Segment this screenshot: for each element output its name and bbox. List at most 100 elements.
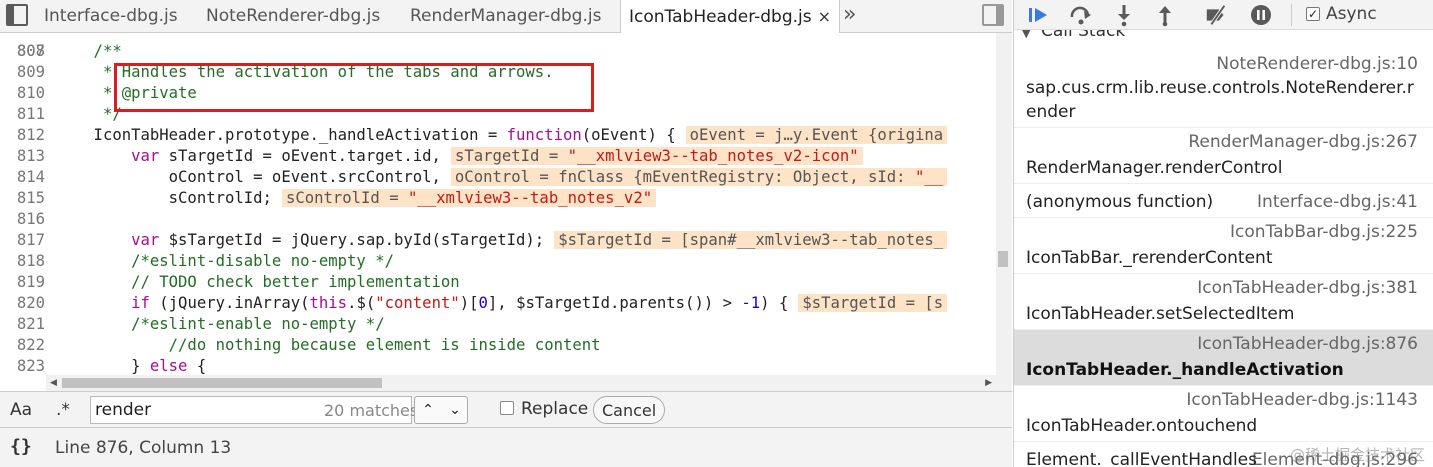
match-case-button[interactable]: Aa xyxy=(10,400,32,420)
step-over-icon[interactable] xyxy=(1068,3,1094,27)
next-match-icon[interactable]: ⌄ xyxy=(442,397,468,423)
tab-rendermanager[interactable]: RenderManager-dbg.js xyxy=(410,0,601,33)
step-into-icon[interactable] xyxy=(1111,3,1137,27)
call-frame-location[interactable]: RenderManager-dbg.js:267 xyxy=(1188,132,1418,152)
code-text: var $sTargetId = jQuery.sap.byId(sTarget… xyxy=(56,230,948,251)
call-stack-frames: NoteRenderer-dbg.js:10 sap.cus.crm.lib.re… xyxy=(1014,50,1433,467)
code-text: var sTargetId = oEvent.target.id, sTarget… xyxy=(56,146,863,167)
call-frame-function: (anonymous function) xyxy=(1026,192,1214,212)
deactivate-breakpoints-icon[interactable] xyxy=(1204,3,1230,27)
call-frame-function: IconTabBar._rerenderContent xyxy=(1026,248,1273,268)
tab-noterenderer[interactable]: NoteRenderer-dbg.js xyxy=(206,0,380,33)
replace-checkbox[interactable] xyxy=(500,401,514,415)
line-number[interactable]: 812 xyxy=(0,125,45,146)
inline-variable-value: oEvent = j…y.Event {origina xyxy=(685,126,948,144)
code-text: if (jQuery.inArray(this.$("content")[0],… xyxy=(56,293,948,314)
line-number[interactable]: 808 xyxy=(0,41,45,62)
line-number[interactable]: 821 xyxy=(0,314,45,335)
code-text: oControl = oEvent.srcControl, oControl = … xyxy=(56,167,948,188)
horizontal-scrollbar[interactable]: ◀ ▶ xyxy=(46,375,996,391)
line-number[interactable]: 819 xyxy=(0,272,45,293)
pretty-print-button[interactable]: {} xyxy=(10,436,32,457)
previous-match-icon[interactable]: ⌃ xyxy=(415,397,441,423)
call-frame[interactable]: NoteRenderer-dbg.js:10 sap.cus.crm.lib.re… xyxy=(1014,50,1433,128)
call-frame-location[interactable]: Interface-dbg.js:41 xyxy=(1257,192,1418,212)
call-frame[interactable]: IconTabHeader-dbg.js:381 IconTabHeader.se… xyxy=(1014,274,1433,330)
tab-interface[interactable]: Interface-dbg.js xyxy=(44,0,178,33)
resume-icon[interactable] xyxy=(1026,3,1052,27)
call-frame-function: Element._callEventHandles xyxy=(1026,450,1258,467)
cursor-position: Line 876, Column 13 xyxy=(55,438,232,458)
step-out-icon[interactable] xyxy=(1152,3,1178,27)
vertical-scrollbar[interactable] xyxy=(996,33,1012,391)
code-text: /*eslint-disable no-empty */ xyxy=(56,252,394,270)
call-frame-function: sap.cus.crm.lib.reuse.controls.NoteRende… xyxy=(1026,78,1414,122)
replace-label: Replace xyxy=(521,399,589,419)
line-number[interactable]: 818 xyxy=(0,251,45,272)
inline-variable-value: $sTargetId = [s xyxy=(798,294,948,312)
code-text: /** xyxy=(56,42,122,60)
line-number[interactable]: 817 xyxy=(0,230,45,251)
match-count: 20 matches xyxy=(324,401,419,420)
editor-tab-bar: Interface-dbg.js NoteRenderer-dbg.js Ren… xyxy=(0,0,1012,34)
call-frame[interactable]: RenderManager-dbg.js:267 RenderManager.re… xyxy=(1014,128,1433,184)
inline-variable-value: oControl = fnClass {mEventRegistry: Obje… xyxy=(450,168,948,186)
call-frame-location[interactable]: IconTabHeader-dbg.js:876 xyxy=(1197,334,1418,354)
scroll-left-icon[interactable]: ◀ xyxy=(50,375,57,391)
code-text: IconTabHeader.prototype._handleActivatio… xyxy=(56,125,948,146)
call-frame-location[interactable]: IconTabHeader-dbg.js:1143 xyxy=(1186,390,1418,410)
scroll-right-icon[interactable]: ▶ xyxy=(985,375,992,391)
tab-icontabheader[interactable]: IconTabHeader-dbg.js × xyxy=(620,0,841,34)
line-number[interactable]: 810 xyxy=(0,83,45,104)
more-tabs-icon[interactable]: » xyxy=(843,0,856,30)
regex-button[interactable]: .* xyxy=(56,400,70,420)
call-frame-location[interactable]: IconTabHeader-dbg.js:381 xyxy=(1197,278,1418,298)
navigator-toggle-icon[interactable] xyxy=(6,4,28,26)
call-stack-header[interactable]: ▼ Call Stack xyxy=(1014,30,1433,44)
line-number[interactable]: 813 xyxy=(0,146,45,167)
cancel-button[interactable]: Cancel xyxy=(593,396,666,424)
watermark: @稀土掘金技术社区 xyxy=(1289,446,1425,464)
inline-variable-value: sControlId = "__xmlview3--tab_notes_v2" xyxy=(281,189,657,207)
call-frame[interactable]: Interface-dbg.js:41 (anonymous function) xyxy=(1014,184,1433,218)
horizontal-scrollbar-thumb[interactable] xyxy=(62,378,382,388)
line-number[interactable]: 815 xyxy=(0,188,45,209)
code-text: // TODO check better implementation xyxy=(56,273,460,291)
line-number[interactable]: 811 xyxy=(0,104,45,125)
line-number[interactable]: 814 xyxy=(0,167,45,188)
close-tab-icon[interactable]: × xyxy=(818,7,831,26)
code-line: 807 xyxy=(0,33,56,60)
call-frame[interactable]: IconTabHeader-dbg.js:1143 IconTabHeader.o… xyxy=(1014,386,1433,442)
code-text: */ xyxy=(56,105,122,123)
line-number[interactable]: 809 xyxy=(0,62,45,83)
code-text: sControlId; sControlId = "__xmlview3--tab… xyxy=(56,188,657,209)
call-frame[interactable]: IconTabBar-dbg.js:225 IconTabBar._rerende… xyxy=(1014,218,1433,274)
debugger-pane: ✓ Async ▼ Call Stack NoteRenderer-dbg.js… xyxy=(1013,0,1433,467)
call-frame-location[interactable]: IconTabBar-dbg.js:225 xyxy=(1230,222,1418,242)
toolbar-divider xyxy=(1291,4,1292,26)
search-nav-buttons: ⌃ ⌄ xyxy=(414,396,468,424)
search-bar: Aa .* 20 matches ⌃ ⌄ Replace Cancel xyxy=(0,391,1012,427)
call-frame-function: RenderManager.renderControl xyxy=(1026,158,1283,178)
line-number[interactable]: 822 xyxy=(0,335,45,356)
editor-pane: Interface-dbg.js NoteRenderer-dbg.js Ren… xyxy=(0,0,1012,467)
code-view[interactable]: 807 808 /** 809 * Handles the activation … xyxy=(0,33,996,375)
line-number[interactable]: 820 xyxy=(0,293,45,314)
call-frame-function: IconTabHeader.setSelectedItem xyxy=(1026,304,1295,324)
inline-variable-value: $sTargetId = [span#__xmlview3--tab_notes… xyxy=(554,231,948,249)
status-bar: {} Line 876, Column 13 xyxy=(0,427,1012,467)
call-frame[interactable]: IconTabHeader-dbg.js:876 IconTabHeader._h… xyxy=(1014,330,1433,386)
async-label: Async xyxy=(1326,4,1377,24)
async-checkbox[interactable]: ✓ xyxy=(1306,7,1320,21)
annotation-highlight-box xyxy=(114,63,594,112)
call-frame-location[interactable]: NoteRenderer-dbg.js:10 xyxy=(1216,54,1418,74)
collapse-arrow-icon[interactable]: ▼ xyxy=(1022,30,1030,40)
call-frame-function: IconTabHeader._handleActivation xyxy=(1026,360,1344,380)
line-number[interactable]: 823 xyxy=(0,356,45,375)
code-text: //do nothing because element is inside c… xyxy=(56,336,601,354)
line-number[interactable]: 816 xyxy=(0,209,45,230)
call-frame-function: IconTabHeader.ontouchend xyxy=(1026,416,1258,436)
debugger-toggle-icon[interactable] xyxy=(982,4,1004,26)
pause-on-exceptions-icon[interactable] xyxy=(1248,3,1274,27)
vertical-scrollbar-thumb[interactable] xyxy=(998,251,1008,267)
